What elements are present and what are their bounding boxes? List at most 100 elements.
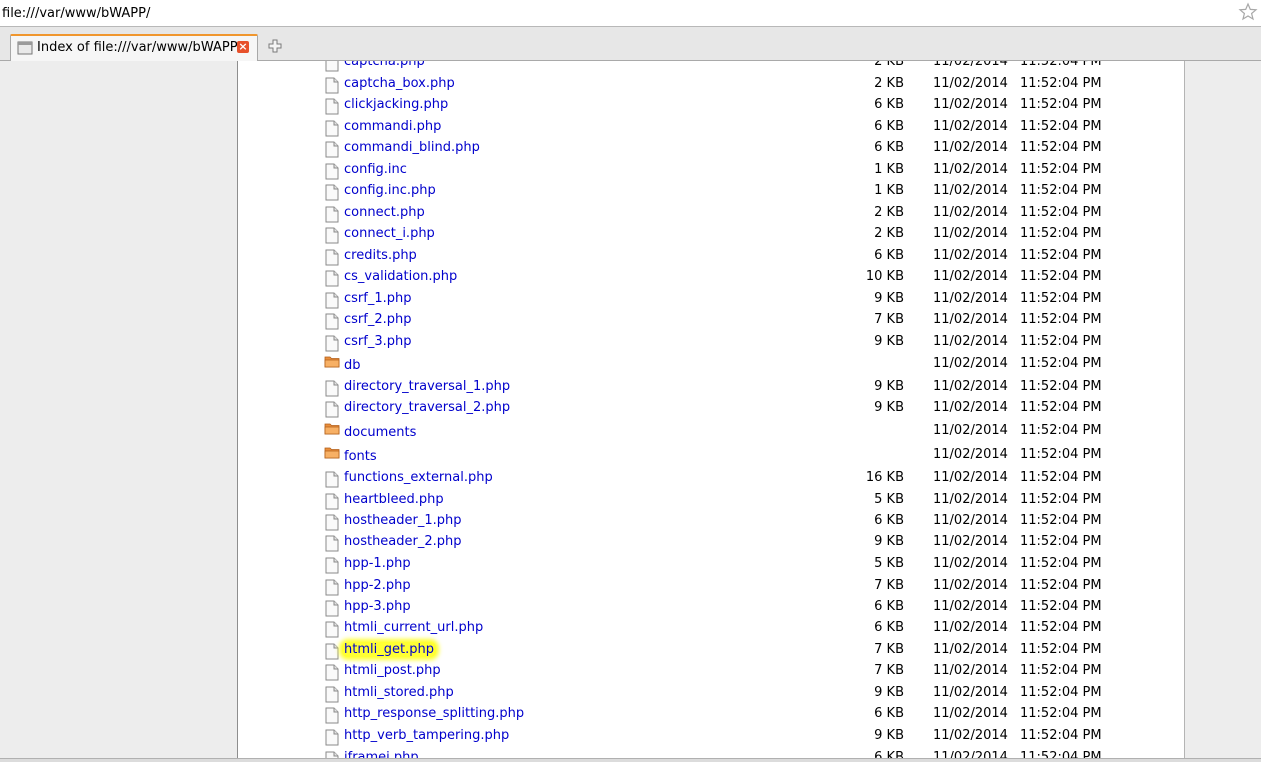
file-time: 11:52:04 PM (1020, 119, 1102, 134)
table-row: csrf_3.php 9 KB 11/02/2014 11:52:04 PM (238, 333, 1184, 353)
file-link[interactable]: iframei.php (344, 750, 419, 758)
file-link[interactable]: http_verb_tampering.php (344, 728, 509, 743)
file-link[interactable]: config.inc.php (344, 183, 436, 198)
file-size: 2 KB (874, 76, 904, 91)
file-time: 11:52:04 PM (1020, 97, 1102, 112)
page-icon (17, 41, 33, 55)
file-link[interactable]: csrf_1.php (344, 291, 412, 306)
file-size: 2 KB (874, 61, 904, 69)
file-date: 11/02/2014 (933, 97, 1008, 112)
file-size: 6 KB (874, 513, 904, 528)
file-date: 11/02/2014 (933, 423, 1008, 438)
file-link[interactable]: commandi_blind.php (344, 140, 480, 155)
table-row: documents 11/02/2014 11:52:04 PM (238, 422, 1184, 442)
file-time: 11:52:04 PM (1020, 620, 1102, 635)
file-icon (325, 120, 339, 137)
table-row: heartbleed.php 5 KB 11/02/2014 11:52:04 PM (238, 491, 1184, 511)
file-time: 11:52:04 PM (1020, 578, 1102, 593)
close-icon[interactable]: × (237, 41, 249, 53)
folder-icon (324, 446, 340, 459)
file-link[interactable]: clickjacking.php (344, 97, 448, 112)
file-link[interactable]: http_response_splitting.php (344, 706, 524, 721)
file-time: 11:52:04 PM (1020, 513, 1102, 528)
table-row: htmli_post.php 7 KB 11/02/2014 11:52:04 PM (238, 662, 1184, 682)
file-icon (325, 401, 339, 418)
file-link[interactable]: connect.php (344, 205, 425, 220)
file-link[interactable]: documents (344, 425, 416, 440)
file-link[interactable]: csrf_3.php (344, 334, 412, 349)
file-time: 11:52:04 PM (1020, 61, 1102, 69)
file-link[interactable]: heartbleed.php (344, 492, 444, 507)
star-icon[interactable] (1238, 2, 1258, 22)
file-date: 11/02/2014 (933, 534, 1008, 549)
file-time: 11:52:04 PM (1020, 470, 1102, 485)
file-icon (325, 206, 339, 223)
file-link[interactable]: commandi.php (344, 119, 441, 134)
file-link[interactable]: htmli_stored.php (344, 685, 454, 700)
file-icon (325, 535, 339, 552)
file-link[interactable]: connect_i.php (344, 226, 435, 241)
file-link[interactable]: htmli_get.php (342, 642, 436, 657)
file-time: 11:52:04 PM (1020, 140, 1102, 155)
tab-active[interactable]: Index of file:///var/www/bWAPP/ × (10, 34, 258, 61)
file-link[interactable]: csrf_2.php (344, 312, 412, 327)
file-time: 11:52:04 PM (1020, 750, 1102, 758)
file-date: 11/02/2014 (933, 400, 1008, 415)
file-link[interactable]: credits.php (344, 248, 417, 263)
file-size: 2 KB (874, 205, 904, 220)
file-link[interactable]: hpp-3.php (344, 599, 411, 614)
file-link[interactable]: config.inc (344, 162, 407, 177)
table-row: commandi.php 6 KB 11/02/2014 11:52:04 PM (238, 118, 1184, 138)
table-row: commandi_blind.php 6 KB 11/02/2014 11:52:04… (238, 139, 1184, 159)
file-icon (325, 664, 339, 681)
file-link[interactable]: functions_external.php (344, 470, 493, 485)
file-icon (325, 514, 339, 531)
file-link[interactable]: captcha_box.php (344, 76, 455, 91)
file-link[interactable]: directory_traversal_2.php (344, 400, 510, 415)
table-row: connect_i.php 2 KB 11/02/2014 11:52:04 PM (238, 225, 1184, 245)
file-size: 1 KB (874, 183, 904, 198)
file-icon (325, 77, 339, 94)
file-time: 11:52:04 PM (1020, 226, 1102, 241)
file-link[interactable]: hpp-1.php (344, 556, 411, 571)
table-row: directory_traversal_2.php 9 KB 11/02/2014 1… (238, 399, 1184, 419)
table-row: hostheader_2.php 9 KB 11/02/2014 11:52:04 P… (238, 533, 1184, 553)
table-row: captcha.php 2 KB 11/02/2014 11:52:04 PM (238, 61, 1184, 73)
file-date: 11/02/2014 (933, 183, 1008, 198)
file-link[interactable]: htmli_current_url.php (344, 620, 483, 635)
file-date: 11/02/2014 (933, 470, 1008, 485)
file-link[interactable]: hostheader_1.php (344, 513, 462, 528)
folder-icon (324, 422, 340, 435)
address-bar[interactable]: file:///var/www/bWAPP/ (0, 0, 1261, 27)
file-link[interactable]: fonts (344, 449, 377, 464)
file-date: 11/02/2014 (933, 492, 1008, 507)
file-link[interactable]: cs_validation.php (344, 269, 457, 284)
file-time: 11:52:04 PM (1020, 76, 1102, 91)
file-size: 7 KB (874, 642, 904, 657)
file-date: 11/02/2014 (933, 706, 1008, 721)
file-date: 11/02/2014 (933, 205, 1008, 220)
file-date: 11/02/2014 (933, 750, 1008, 758)
file-link[interactable]: hpp-2.php (344, 578, 411, 593)
table-row: functions_external.php 16 KB 11/02/2014 11:… (238, 469, 1184, 489)
file-icon (325, 227, 339, 244)
file-date: 11/02/2014 (933, 76, 1008, 91)
file-link[interactable]: captcha.php (344, 61, 425, 69)
url-input[interactable]: file:///var/www/bWAPP/ (2, 6, 150, 21)
file-date: 11/02/2014 (933, 248, 1008, 263)
file-size: 10 KB (865, 269, 904, 284)
file-link[interactable]: db (344, 358, 361, 373)
file-date: 11/02/2014 (933, 291, 1008, 306)
file-icon (325, 621, 339, 638)
file-size: 16 KB (865, 470, 904, 485)
file-size: 1 KB (874, 162, 904, 177)
file-date: 11/02/2014 (933, 162, 1008, 177)
file-link[interactable]: htmli_post.php (344, 663, 441, 678)
file-time: 11:52:04 PM (1020, 447, 1102, 462)
table-row: hpp-3.php 6 KB 11/02/2014 11:52:04 PM (238, 598, 1184, 618)
plus-icon[interactable] (268, 39, 282, 53)
file-link[interactable]: directory_traversal_1.php (344, 379, 510, 394)
file-link[interactable]: hostheader_2.php (344, 534, 462, 549)
file-size: 2 KB (874, 226, 904, 241)
file-size: 6 KB (874, 140, 904, 155)
